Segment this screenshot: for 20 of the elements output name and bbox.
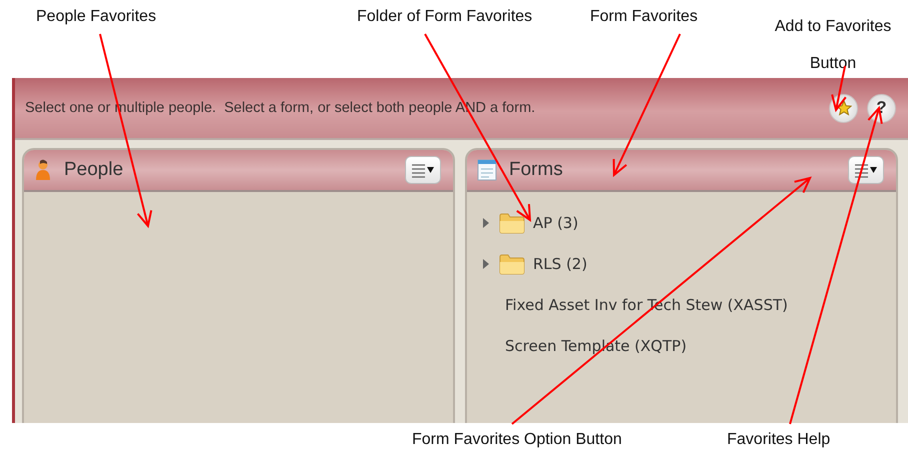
annotation-label: Form Favorites bbox=[590, 8, 698, 26]
annotation-label: Folder of Form Favorites bbox=[357, 8, 532, 26]
folder-icon bbox=[499, 252, 525, 274]
options-button[interactable] bbox=[848, 156, 884, 184]
expand-arrow-icon[interactable] bbox=[481, 258, 491, 268]
annotation-label: Add to Favorites Button bbox=[774, 17, 892, 74]
person-icon bbox=[34, 159, 52, 181]
panel-title: People bbox=[64, 159, 124, 181]
annotation-label: People Favorites bbox=[36, 8, 156, 26]
panel-title: Forms bbox=[509, 159, 564, 181]
star-icon bbox=[836, 100, 852, 116]
annotation-label: Favorites Help bbox=[727, 431, 830, 449]
expand-arrow-icon[interactable] bbox=[481, 218, 491, 228]
annotation-label: Form Favorites Option Button bbox=[412, 431, 622, 449]
options-button[interactable] bbox=[405, 156, 441, 184]
folder-label[interactable]: AP (3) bbox=[533, 214, 578, 232]
help-button[interactable]: ? bbox=[867, 94, 896, 122]
folder-label[interactable]: RLS (2) bbox=[533, 254, 588, 272]
form-icon bbox=[477, 159, 497, 181]
folder-icon bbox=[499, 212, 525, 234]
